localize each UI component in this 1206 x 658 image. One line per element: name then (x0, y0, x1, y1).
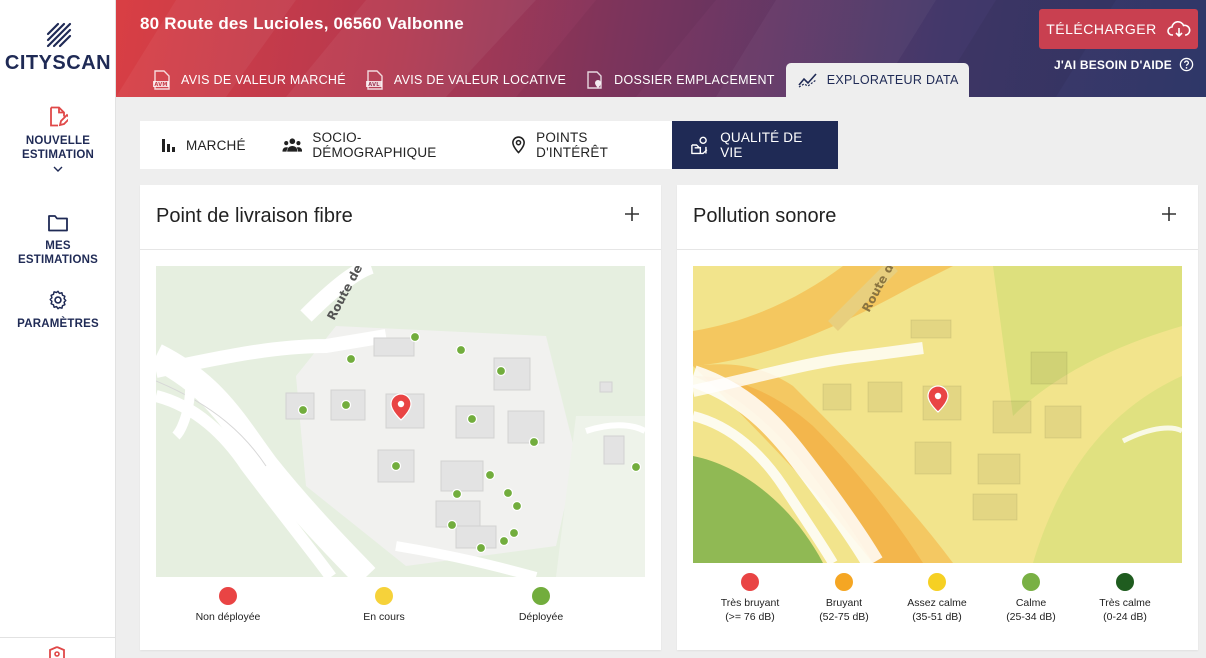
legend-range: (52-75 dB) (819, 611, 869, 623)
sidebar-item-label: MES (45, 240, 71, 252)
sidebar-item-new-estimation[interactable]: NOUVELLE ESTIMATION (0, 106, 116, 172)
legend-dot (741, 573, 759, 591)
sidebar-divider (0, 637, 116, 638)
map-pin-icon (512, 136, 526, 154)
help-link[interactable]: J'AI BESOIN D'AIDE (1054, 57, 1194, 72)
card-divider (140, 249, 661, 250)
logo[interactable]: CITYSCAN (0, 22, 116, 75)
subtab-label: MARCHÉ (186, 137, 246, 153)
legend-item: Déployée (481, 587, 601, 624)
tab-dossier-emplacement[interactable]: DOSSIER EMPLACEMENT (577, 63, 786, 97)
legend-label: Assez calme (907, 597, 967, 609)
header: 80 Route des Lucioles, 06560 Valbonne TÉ… (116, 0, 1206, 97)
card-divider (677, 249, 1198, 250)
bar-chart-icon (162, 139, 175, 152)
noise-map-canvas: Route d (693, 266, 1182, 563)
legend-dot (928, 573, 946, 591)
download-button[interactable]: TÉLÉCHARGER (1039, 9, 1198, 49)
legend-item: Calme (25-34 dB) (984, 573, 1078, 624)
subtab-label: QUALITÉ DE VIE (720, 130, 803, 160)
sidebar-item-label: NOUVELLE (25, 135, 91, 147)
noise-map[interactable]: Route d (693, 266, 1182, 563)
chart-line-icon (798, 73, 817, 88)
legend-dot (219, 587, 237, 605)
fibre-map[interactable]: Route de (156, 266, 645, 577)
sidebar-item-my-estimations[interactable]: MES ESTIMATIONS (0, 213, 116, 267)
download-button-label: TÉLÉCHARGER (1046, 21, 1157, 37)
tab-avis-valeur-locative[interactable]: AVL AVIS DE VALEUR LOCATIVE (357, 63, 577, 97)
avm-document-icon: AVM (153, 70, 170, 90)
card-title: Pollution sonore (693, 205, 837, 227)
subtab-marche[interactable]: MARCHÉ (140, 121, 262, 169)
legend-item: En cours (324, 587, 444, 624)
legend-range: (>= 76 dB) (725, 611, 775, 623)
noise-card: Pollution sonore Route d Très bruyant (>… (677, 185, 1198, 650)
legend-range: (35-51 dB) (912, 611, 962, 623)
fibre-card: Point de livraison fibre Route de Non dé… (140, 185, 661, 650)
legend-label: Déployée (518, 611, 564, 623)
legend-dot (835, 573, 853, 591)
legend-item: Très bruyant (>= 76 dB) (703, 573, 797, 624)
legend-dot (532, 587, 550, 605)
card-title: Point de livraison fibre (156, 205, 353, 227)
expand-plus-icon[interactable] (1162, 207, 1176, 221)
tab-label: EXPLORATEUR DATA (826, 73, 959, 87)
subtab-label: POINTS D'INTÉRÊT (536, 130, 609, 160)
data-category-tabs: MARCHÉ SOCIO-DÉMOGRAPHIQUE POINTS D'INTÉ… (140, 121, 839, 169)
tab-explorateur-data[interactable]: EXPLORATEUR DATA (785, 63, 969, 97)
tab-label: AVIS DE VALEUR MARCHÉ (181, 73, 346, 87)
legend-label: Très calme (1099, 597, 1151, 609)
legend-item: Non déployée (168, 587, 288, 624)
sidebar: CITYSCAN NOUVELLE ESTIMATION MES ESTIMAT… (0, 0, 116, 658)
subtab-label: SOCIO-DÉMOGRAPHIQUE (312, 130, 437, 160)
legend-label: Bruyant (825, 597, 863, 609)
legend-dot (1022, 573, 1040, 591)
legend-dot (1116, 573, 1134, 591)
gear-icon (49, 290, 67, 310)
tab-avis-valeur-marche[interactable]: AVM AVIS DE VALEUR MARCHÉ (144, 63, 357, 97)
legend-range: (0-24 dB) (1103, 611, 1147, 623)
tab-label: DOSSIER EMPLACEMENT (614, 73, 775, 87)
folder-icon (48, 215, 68, 232)
svg-text:AVL: AVL (368, 82, 380, 88)
fibre-map-canvas: Route de (156, 266, 645, 577)
subtab-qualite-de-vie[interactable]: QUALITÉ DE VIE (671, 121, 839, 169)
legend-dot (375, 587, 393, 605)
cityscan-logo-icon (46, 22, 72, 48)
main-tabs: AVM AVIS DE VALEUR MARCHÉ AVL AVIS DE VA… (144, 63, 969, 97)
legend-label: Non déployée (195, 611, 261, 623)
help-label: J'AI BESOIN D'AIDE (1054, 57, 1172, 72)
legend-item: Bruyant (52-75 dB) (797, 573, 891, 624)
edit-document-icon (50, 106, 68, 127)
fibre-legend: Non déployée En cours Déployée (156, 587, 645, 627)
chevron-down-icon[interactable] (53, 166, 63, 172)
avl-document-icon: AVL (365, 70, 383, 90)
subtab-socio-demographique[interactable]: SOCIO-DÉMOGRAPHIQUE (262, 121, 491, 169)
legend-label: Calme (1015, 597, 1047, 609)
subtab-points-interet[interactable]: POINTS D'INTÉRÊT (491, 121, 671, 169)
expand-plus-icon[interactable] (625, 207, 639, 221)
legend-label: Très bruyant (720, 597, 780, 609)
question-circle-icon (1179, 57, 1194, 72)
sidebar-item-settings[interactable]: PARAMÈTRES (0, 289, 116, 331)
sidebar-item-label: PARAMÈTRES (17, 318, 99, 330)
property-address: 80 Route des Lucioles, 06560 Valbonne (140, 14, 464, 33)
legend-item: Très calme (0-24 dB) (1078, 573, 1172, 624)
cloud-download-icon (1166, 21, 1191, 38)
tab-label: AVIS DE VALEUR LOCATIVE (393, 73, 567, 87)
sidebar-item-label: ESTIMATION (21, 149, 95, 161)
location-document-icon (587, 71, 602, 89)
legend-item: Assez calme (35-51 dB) (890, 573, 984, 624)
people-icon (282, 138, 302, 152)
logo-text: CITYSCAN (4, 52, 112, 74)
shield-icon[interactable] (48, 646, 66, 658)
sidebar-item-label: ESTIMATIONS (18, 254, 98, 266)
svg-text:AVM: AVM (154, 82, 167, 88)
legend-range: (25-34 dB) (1006, 611, 1056, 623)
legend-label: En cours (363, 611, 405, 623)
quality-of-life-icon (690, 136, 707, 155)
noise-legend: Très bruyant (>= 76 dB) Bruyant (52-75 d… (693, 573, 1182, 627)
